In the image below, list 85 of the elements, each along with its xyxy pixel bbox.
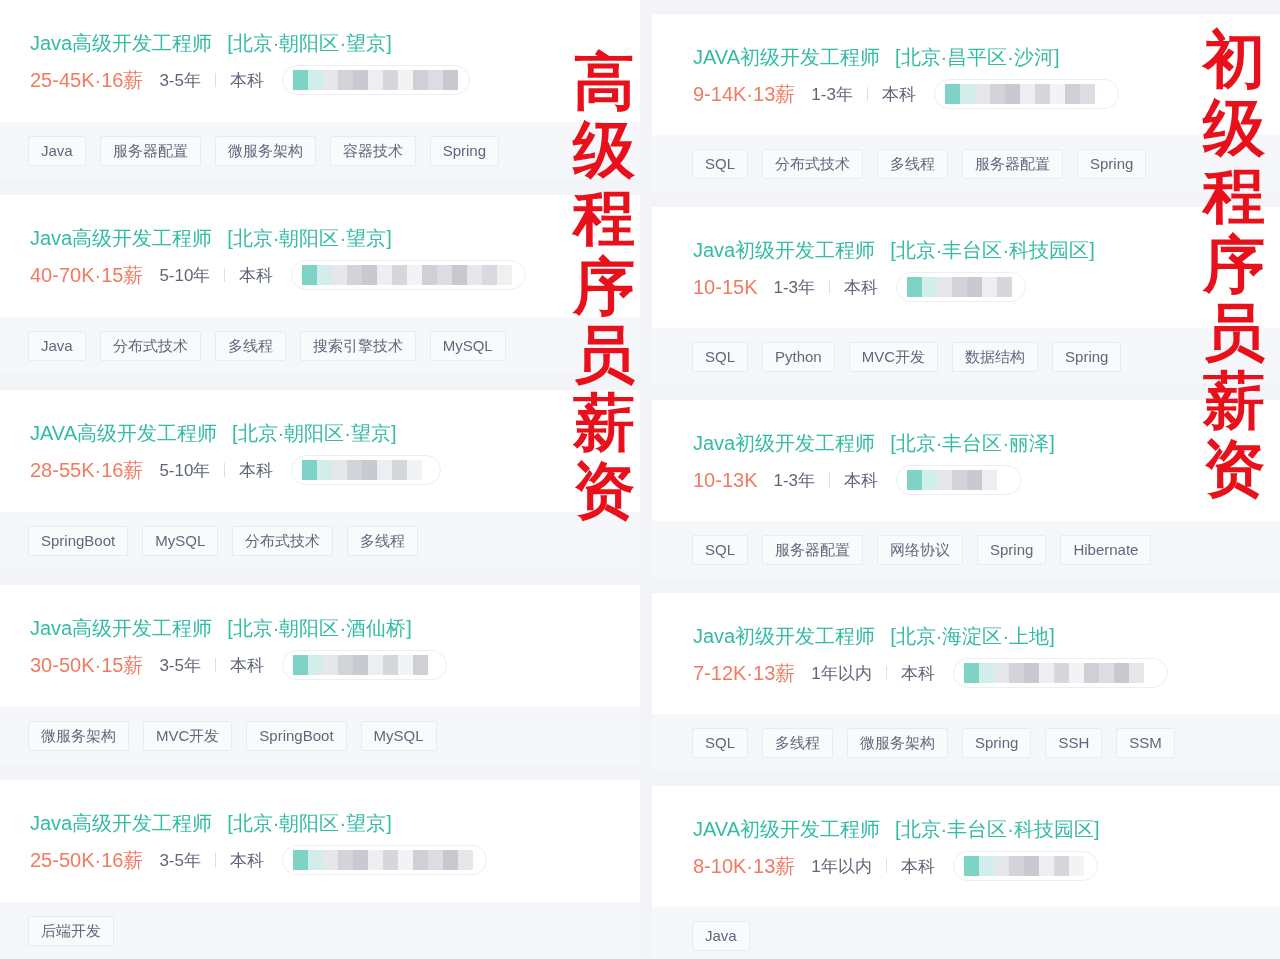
skill-tag: MVC开发 bbox=[848, 341, 939, 372]
experience-text: 1-3年 bbox=[811, 83, 853, 106]
skill-tag: 多线程 bbox=[762, 727, 833, 758]
degree-text: 本科 bbox=[900, 662, 935, 685]
salary-text: 7-12K·13薪 bbox=[693, 660, 796, 686]
degree-text: 本科 bbox=[230, 654, 264, 677]
skill-tag: 服务器配置 bbox=[762, 534, 863, 565]
experience-text: 1-3年 bbox=[773, 276, 816, 299]
degree-text: 本科 bbox=[230, 69, 264, 92]
skill-tag: SQL bbox=[692, 727, 748, 758]
skill-tag: 微服务架构 bbox=[28, 720, 129, 751]
job-location: [北京·朝阳区·望京] bbox=[227, 31, 392, 56]
skill-tag: SSH bbox=[1045, 727, 1103, 758]
experience-text: 3-5年 bbox=[159, 849, 201, 872]
skill-tag: Spring bbox=[962, 727, 1032, 758]
skill-tag: 容器技术 bbox=[329, 135, 416, 166]
salary-text: 25-50K·16薪 bbox=[30, 847, 144, 873]
job-location: [北京·朝阳区·望京] bbox=[232, 421, 397, 446]
skill-tag: Spring bbox=[1052, 341, 1122, 372]
skill-tag: Java bbox=[28, 330, 86, 361]
job-location: [北京·昌平区·沙河] bbox=[895, 45, 1060, 70]
job-location: [北京·朝阳区·望京] bbox=[227, 811, 392, 836]
skill-tag: 多线程 bbox=[347, 525, 419, 556]
skill-tag: 多线程 bbox=[214, 330, 286, 361]
skill-tag: SpringBoot bbox=[28, 525, 129, 556]
salary-text: 40-70K·15薪 bbox=[30, 262, 144, 288]
job-card[interactable]: Java高级开发工程师 [北京·朝阳区·酒仙桥] 30-50K·15薪 3-5年 本科 微服务架构 MVC开发 SpringBoot MySQL bbox=[0, 585, 640, 764]
salary-text: 9-14K·13薪 bbox=[693, 81, 796, 107]
skill-tag: Spring bbox=[1077, 148, 1147, 179]
degree-text: 本科 bbox=[230, 849, 264, 872]
skill-tag: SpringBoot bbox=[246, 720, 347, 751]
skill-tag: Spring bbox=[977, 534, 1047, 565]
experience-text: 1年以内 bbox=[811, 855, 872, 878]
experience-text: 1-3年 bbox=[773, 469, 816, 492]
skill-tag: Java bbox=[692, 920, 750, 951]
degree-text: 本科 bbox=[239, 264, 274, 287]
skill-tag: 服务器配置 bbox=[962, 148, 1063, 179]
degree-text: 本科 bbox=[900, 855, 935, 878]
skill-tag: 数据结构 bbox=[952, 341, 1039, 372]
salary-text: 25-45K·16薪 bbox=[30, 67, 144, 93]
job-location: [北京·丰台区·科技园区] bbox=[895, 817, 1100, 842]
skill-tag: SQL bbox=[692, 534, 748, 565]
salary-text: 8-10K·13薪 bbox=[693, 853, 796, 879]
job-card[interactable]: JAVA初级开发工程师 [北京·丰台区·科技园区] 8-10K·13薪 1年以内 本科 Java bbox=[652, 786, 1280, 959]
salary-text: 28-55K·16薪 bbox=[30, 457, 144, 483]
degree-text: 本科 bbox=[844, 276, 879, 299]
experience-text: 3-5年 bbox=[159, 654, 201, 677]
skill-tag: 微服务架构 bbox=[847, 727, 948, 758]
experience-text: 3-5年 bbox=[159, 69, 201, 92]
skill-tag: MySQL bbox=[429, 330, 506, 361]
skill-tag: 分布式技术 bbox=[762, 148, 863, 179]
skill-tag: 分布式技术 bbox=[99, 330, 201, 361]
skill-tag: SQL bbox=[692, 148, 748, 179]
experience-text: 5-10年 bbox=[159, 459, 211, 482]
skill-tag: MySQL bbox=[142, 525, 219, 556]
salary-text: 30-50K·15薪 bbox=[30, 652, 144, 678]
experience-text: 5-10年 bbox=[159, 264, 211, 287]
skill-tag: Hibernate bbox=[1060, 534, 1152, 565]
skill-tag: 微服务架构 bbox=[214, 135, 316, 166]
degree-text: 本科 bbox=[239, 459, 274, 482]
degree-text: 本科 bbox=[844, 469, 879, 492]
skill-tag: SSM bbox=[1116, 727, 1175, 758]
salary-text: 10-15K bbox=[693, 275, 758, 299]
job-card[interactable]: Java高级开发工程师 [北京·朝阳区·望京] 25-50K·16薪 3-5年 本科 后端开发 bbox=[0, 780, 640, 959]
experience-text: 1年以内 bbox=[811, 662, 872, 685]
job-location: [北京·丰台区·科技园区] bbox=[890, 238, 1095, 263]
skill-tag: MVC开发 bbox=[143, 720, 233, 751]
salary-text: 10-13K bbox=[693, 468, 758, 492]
skill-tag: 搜索引擎技术 bbox=[299, 330, 416, 361]
skill-tag: Python bbox=[762, 341, 835, 372]
skill-tag: 服务器配置 bbox=[99, 135, 201, 166]
job-location: [北京·朝阳区·望京] bbox=[227, 226, 392, 251]
skill-tag: 后端开发 bbox=[28, 915, 114, 946]
skill-tag: 分布式技术 bbox=[232, 525, 334, 556]
skill-tag: SQL bbox=[692, 341, 748, 372]
job-location: [北京·海淀区·上地] bbox=[890, 624, 1055, 649]
skill-tag: 网络协议 bbox=[877, 534, 963, 565]
degree-text: 本科 bbox=[881, 83, 916, 106]
skill-tag: Java bbox=[28, 135, 86, 166]
job-location: [北京·朝阳区·酒仙桥] bbox=[227, 616, 412, 641]
job-location: [北京·丰台区·丽泽] bbox=[890, 431, 1055, 456]
skill-tag: MySQL bbox=[360, 720, 437, 751]
job-card[interactable]: Java初级开发工程师 [北京·海淀区·上地] 7-12K·13薪 1年以内 本科 SQL 多线程 微服务架构 Spring SSH SSM bbox=[652, 593, 1280, 771]
skill-tag: 多线程 bbox=[877, 148, 948, 179]
skill-tag: Spring bbox=[429, 135, 500, 166]
